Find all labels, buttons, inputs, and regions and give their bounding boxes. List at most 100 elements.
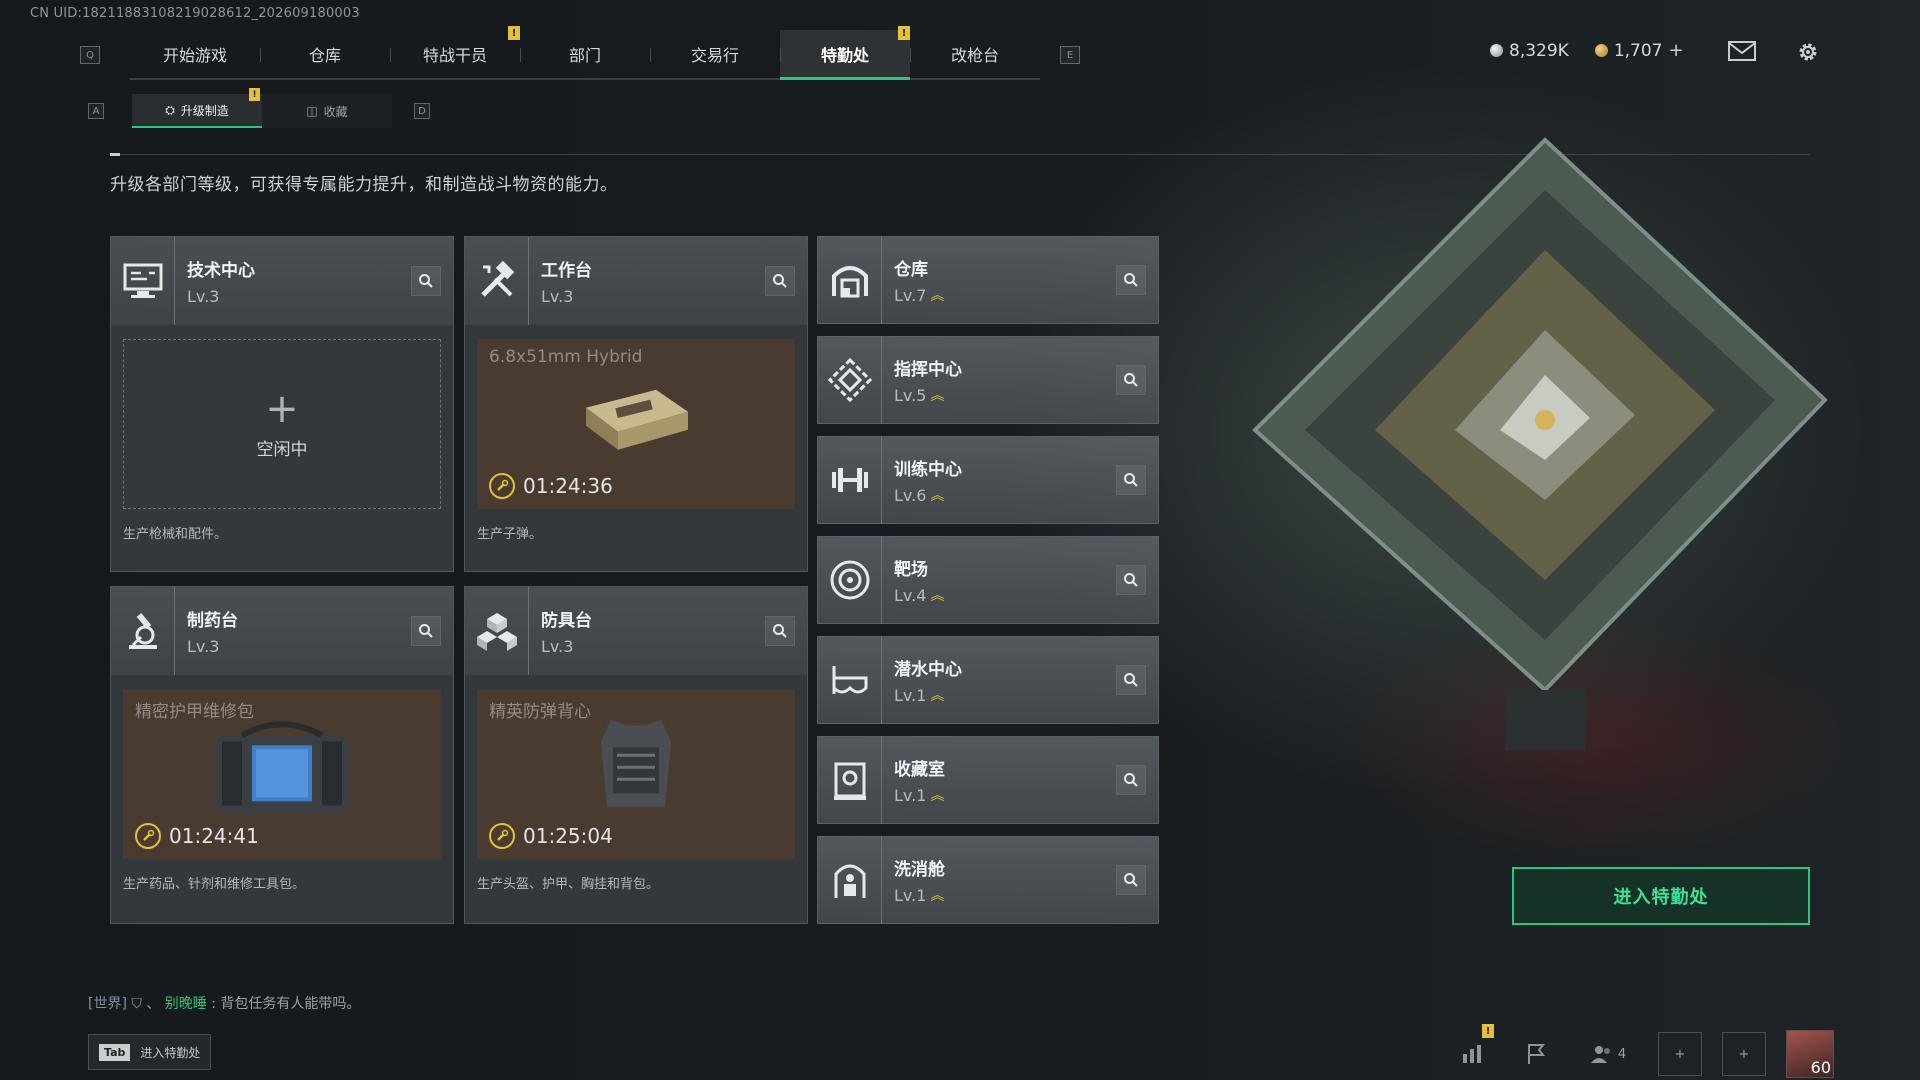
add-party-slot-icon[interactable]: + [1658,1032,1702,1076]
player-avatar[interactable]: 60 [1786,1030,1834,1078]
chat-message[interactable]: [世界] ⛉ 、 别晚睡 : 背包任务有人能带吗。 [88,993,360,1013]
level-text: Lv.5 [894,386,927,405]
search-icon[interactable] [1116,665,1146,695]
workshop-header[interactable]: 工作台 Lv.3 [465,237,807,325]
silver-coin-icon [1490,44,1503,57]
search-icon[interactable] [1116,565,1146,595]
tab-operators[interactable]: 特战干员! [390,26,520,80]
search-icon[interactable] [1116,265,1146,295]
workshop-card-tech-center: 技术中心 Lv.3 + 空闲中 生产枪械和配件。 [110,236,454,572]
add-party-slot-icon[interactable]: + [1722,1032,1766,1076]
gold-currency[interactable]: 1,707 + [1594,40,1684,61]
tab-collection[interactable]: ◫ 收藏 [262,94,392,128]
department-collection-room[interactable]: 收藏室 Lv.1 ︽ [817,736,1159,824]
department-level: Lv.7 ︽ [894,286,1116,305]
department-level: Lv.6 ︽ [894,486,1116,505]
subnav-prev-key[interactable]: A [88,103,104,119]
slot-status: 空闲中 [256,439,308,460]
item-name: 精英防弹背心 [489,702,591,722]
production-slot[interactable]: 精密护甲维修包 01:24:41 [123,689,441,859]
search-icon[interactable] [765,266,795,296]
chat-text: : 背包任务有人能带吗。 [211,996,361,1012]
tab-warehouse[interactable]: 仓库 [260,30,390,80]
tab-label: 特战干员 [422,46,487,65]
silver-currency: 8,329K [1490,41,1569,61]
department-name: 训练中心 [894,460,962,480]
department-command-center[interactable]: 指挥中心 Lv.5 ︽ [817,336,1159,424]
flag-icon[interactable] [1514,1032,1558,1076]
workshop-header[interactable]: 技术中心 Lv.3 [111,237,453,325]
tab-trading[interactable]: 交易行 [650,30,780,80]
search-icon[interactable] [1116,765,1146,795]
tab-label: 特勤处 [820,45,869,65]
top-nav: Q 开始游戏 仓库 特战干员! 部门 交易行 特勤处! 改枪台 E [80,26,1080,80]
stats-chart-icon[interactable]: ! [1450,1024,1494,1076]
tab-hint-label: 进入特勤处 [140,1045,201,1060]
production-slot[interactable]: 精英防弹背心 01:25:04 [477,689,795,859]
department-decon-chamber[interactable]: 洗消舱 Lv.1 ︽ [817,836,1159,924]
mail-icon[interactable] [1728,40,1756,62]
production-timer: 01:25:04 [489,823,613,849]
search-icon[interactable] [411,266,441,296]
timer-text: 01:24:41 [169,824,259,848]
tab-gunsmith[interactable]: 改枪台 [910,30,1040,80]
workshop-description: 生产头盔、护甲、胸挂和背包。 [477,877,660,892]
level-text: Lv.4 [894,586,927,605]
collection-icon: ◫ [306,104,318,118]
settings-gear-icon[interactable] [1796,40,1820,64]
friends-count: 4 [1617,1046,1627,1062]
workshop-header[interactable]: 制药台 Lv.3 [111,587,453,675]
bottom-toolbar: ! 4 + + 60 [1450,1024,1834,1078]
workshop-level: Lv.3 [187,637,411,656]
workshop-description: 生产子弹。 [477,527,543,542]
subnav-next-key[interactable]: D [414,103,430,119]
microscope-icon [111,587,175,675]
ammo-box-image [576,378,696,462]
chat-sender[interactable]: 别晚睡 [165,996,207,1012]
tab-special-ops[interactable]: 特勤处! [780,26,910,80]
tab-departments[interactable]: 部门 [520,30,650,80]
search-icon[interactable] [1116,365,1146,395]
production-slot-idle[interactable]: + 空闲中 [123,339,441,509]
search-icon[interactable] [1116,865,1146,895]
tab-label: 开始游戏 [162,46,227,65]
shield-icon: ⛉ [131,996,142,1012]
enter-special-ops-button[interactable]: 进入特勤处 [1512,867,1810,925]
department-name: 收藏室 [894,760,945,780]
upgrade-chevron-icon: ︽ [930,887,945,904]
player-uid: CN UID:1821188310821902861​2_20260918000… [30,6,360,21]
tab-hint[interactable]: Tab 进入特勤处 [88,1034,212,1070]
upgrade-chevron-icon: ︽ [930,487,945,504]
add-currency-icon[interactable]: + [1669,40,1684,61]
upgrade-chevron-icon: ︽ [930,287,945,304]
department-level: Lv.5 ︽ [894,386,1116,405]
search-icon[interactable] [1116,465,1146,495]
friends-button[interactable]: 4 [1578,1032,1638,1076]
timer-wrench-icon [135,823,161,849]
gold-coin-icon [1594,44,1608,57]
department-diving-center[interactable]: 潜水中心 Lv.1 ︽ [817,636,1159,724]
nav-prev-key[interactable]: Q [80,46,100,64]
tab-upgrade-craft[interactable]: ⛭ 升级制造 ! [132,88,262,128]
production-slot[interactable]: 6.8x51mm Hybrid 01:24:36 [477,339,795,509]
dumbbell-icon [818,436,882,524]
department-warehouse[interactable]: 仓库 Lv.7 ︽ [817,236,1159,324]
alert-badge: ! [1482,1024,1494,1038]
department-shooting-range[interactable]: 靶场 Lv.4 ︽ [817,536,1159,624]
department-training-center[interactable]: 训练中心 Lv.6 ︽ [817,436,1159,524]
search-icon[interactable] [411,616,441,646]
production-timer: 01:24:36 [489,473,613,499]
timer-wrench-icon [489,823,515,849]
command-icon [818,336,882,424]
level-text: Lv.3 [541,287,574,306]
repair-kit-image [202,711,362,825]
search-icon[interactable] [765,616,795,646]
timer-text: 01:24:36 [523,474,613,498]
workshop-header[interactable]: 防具台 Lv.3 [465,587,807,675]
cubes-icon [465,587,529,675]
tab-start-game[interactable]: 开始游戏 [130,30,260,80]
nav-next-key[interactable]: E [1060,46,1080,64]
workshop-level: Lv.3 [541,637,765,656]
decon-icon [818,836,882,924]
friends-icon [1590,1046,1610,1063]
